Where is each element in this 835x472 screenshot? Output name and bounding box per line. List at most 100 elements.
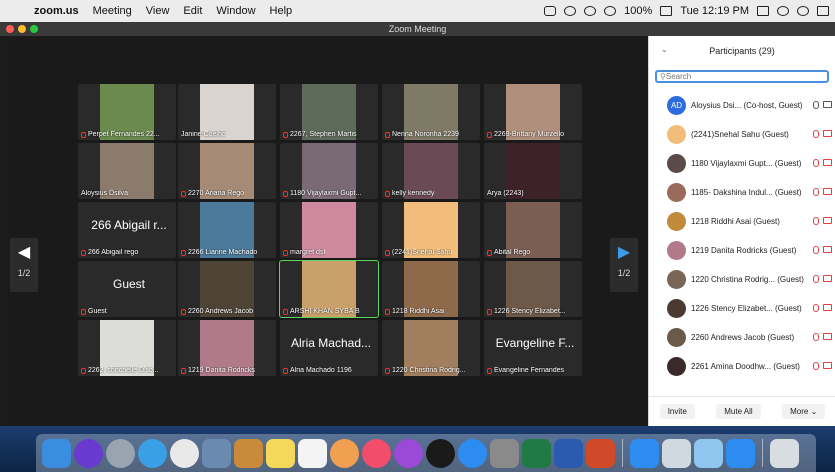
video-tile[interactable]: margret dst <box>280 202 378 258</box>
search-box[interactable]: ⚲ <box>655 70 829 83</box>
video-off-icon[interactable] <box>823 362 832 369</box>
mic-muted-icon[interactable] <box>813 362 819 370</box>
mic-muted-icon[interactable] <box>813 188 819 196</box>
mic-muted-icon[interactable] <box>813 304 819 312</box>
books-icon[interactable] <box>234 438 263 468</box>
video-tile[interactable]: Perpet Fernandes 22... <box>78 84 176 140</box>
battery-level[interactable]: 100% <box>624 5 652 17</box>
menu-edit[interactable]: Edit <box>183 5 202 17</box>
preview-icon[interactable] <box>202 438 231 468</box>
calendar-icon[interactable] <box>298 438 327 468</box>
safari-icon[interactable] <box>138 438 167 468</box>
excel-icon[interactable] <box>522 438 551 468</box>
participant-row[interactable]: 1180 Vijaylaxmi Gupt... (Guest) <box>649 149 835 178</box>
video-off-icon[interactable] <box>823 217 832 224</box>
facetime-icon[interactable] <box>726 438 755 468</box>
menu-meeting[interactable]: Meeting <box>93 5 132 17</box>
participant-row[interactable]: AD Aloysius Dsi... (Co-host, Guest) <box>649 91 835 120</box>
invite-button[interactable]: Invite <box>659 404 695 419</box>
siri-icon[interactable] <box>74 438 103 468</box>
system-preferences-icon[interactable] <box>490 438 519 468</box>
video-tile[interactable]: (2241)Snehal Sahu <box>382 202 480 258</box>
video-off-icon[interactable] <box>823 130 832 137</box>
more-button[interactable]: More ⌄ <box>782 404 826 419</box>
video-tile[interactable]: Aloysius Dsilva <box>78 143 176 199</box>
word-icon[interactable] <box>554 438 583 468</box>
video-off-icon[interactable] <box>823 304 832 311</box>
menu-app-name[interactable]: zoom.us <box>34 5 79 17</box>
mute-all-button[interactable]: Mute All <box>716 404 761 419</box>
notes-icon[interactable] <box>266 438 295 468</box>
video-off-icon[interactable] <box>823 246 832 253</box>
participant-row[interactable]: 1185- Dakshina Indul... (Guest) <box>649 178 835 207</box>
music-icon[interactable] <box>362 438 391 468</box>
menu-view[interactable]: View <box>146 5 170 17</box>
timemachine-icon[interactable] <box>564 6 577 16</box>
video-off-icon[interactable] <box>823 333 832 340</box>
participant-row[interactable]: 2261 Amina Doodhw... (Guest) <box>649 352 835 381</box>
video-tile[interactable]: 2260 Andrews Jacob <box>178 261 276 317</box>
trash-icon[interactable] <box>770 438 799 468</box>
battery-icon[interactable] <box>660 6 673 16</box>
mic-muted-icon[interactable] <box>813 217 819 225</box>
siri-menu-icon[interactable] <box>797 6 809 16</box>
video-tile[interactable]: Nerina Noronha 2239 <box>382 84 480 140</box>
mic-muted-icon[interactable] <box>813 246 819 254</box>
video-tile[interactable]: 2270 Ariana Rego <box>178 143 276 199</box>
zoom-icon[interactable] <box>630 438 659 468</box>
video-tile[interactable]: 2262, chrichelle D'so... <box>78 320 176 376</box>
podcasts-icon[interactable] <box>394 438 423 468</box>
participant-row[interactable]: 2260 Andrews Jacob (Guest) <box>649 323 835 352</box>
video-off-icon[interactable] <box>823 159 832 166</box>
video-tile[interactable]: 1219 Danita Rodricks <box>178 320 276 376</box>
video-tile[interactable]: 1218 Riddhi Asai <box>382 261 480 317</box>
video-tile[interactable]: 266 Abigail r... 266 Abigail rego <box>78 202 176 258</box>
video-tile[interactable]: 1180 Vijaylaxmi Gupt... <box>280 143 378 199</box>
video-off-icon[interactable] <box>823 275 832 282</box>
participant-row[interactable]: (2241)Snehal Sahu (Guest) <box>649 120 835 149</box>
participant-row[interactable]: 1226 Stency Elizabet... (Guest) <box>649 294 835 323</box>
control-center-icon[interactable] <box>817 6 829 16</box>
video-tile[interactable]: Janine Coelho <box>178 84 276 140</box>
video-camera-icon[interactable] <box>823 101 832 108</box>
participant-row[interactable]: 1218 Riddhi Asai (Guest) <box>649 207 835 236</box>
video-tile[interactable]: 1220 Christina Rodrig... <box>382 320 480 376</box>
video-tile[interactable]: Evangeline F... Evangeline Fernandes <box>484 320 582 376</box>
video-tile[interactable]: Arya (2243) <box>484 143 582 199</box>
previous-page-button[interactable]: ◀ 1/2 <box>10 238 38 292</box>
menu-help[interactable]: Help <box>270 5 293 17</box>
video-tile[interactable]: Alria Machad... Alria Machado 1196 <box>280 320 378 376</box>
chrome-icon[interactable] <box>170 438 199 468</box>
video-tile[interactable]: Guest Guest <box>78 261 176 317</box>
menu-window[interactable]: Window <box>216 5 255 17</box>
launchpad-icon[interactable] <box>106 438 135 468</box>
video-tile[interactable]: 2269-Brittany Murzello <box>484 84 582 140</box>
mic-muted-icon[interactable] <box>813 130 819 138</box>
image-capture-icon[interactable] <box>662 438 691 468</box>
participant-row[interactable]: 1219 Danita Rodricks (Guest) <box>649 236 835 265</box>
close-window-icon[interactable] <box>6 25 14 33</box>
mic-muted-icon[interactable] <box>813 275 819 283</box>
volume-icon[interactable] <box>604 6 617 16</box>
photos-icon[interactable] <box>330 438 359 468</box>
video-tile[interactable]: ARSHI KHAN SYBA B <box>279 260 379 318</box>
powerpoint-icon[interactable] <box>586 438 615 468</box>
tv-icon[interactable] <box>426 438 455 468</box>
finder-face-icon[interactable] <box>694 438 723 468</box>
mic-icon[interactable] <box>813 101 819 109</box>
video-off-icon[interactable] <box>823 188 832 195</box>
zoom-status-icon[interactable] <box>544 6 557 16</box>
minimize-window-icon[interactable] <box>18 25 26 33</box>
video-tile[interactable]: 2266 Lianne Machado <box>178 202 276 258</box>
collapse-chevron-icon[interactable]: ⌄ <box>661 45 668 54</box>
video-tile[interactable]: 1226 Stency Elizabet... <box>484 261 582 317</box>
participant-row[interactable]: 1220 Christina Rodrig... (Guest) <box>649 265 835 294</box>
screen-icon[interactable] <box>757 6 769 16</box>
video-tile[interactable]: 2267, Stephen Martis <box>280 84 378 140</box>
search-input[interactable] <box>665 72 816 81</box>
mic-muted-icon[interactable] <box>813 159 819 167</box>
app-store-icon[interactable] <box>458 438 487 468</box>
wifi-icon[interactable] <box>584 6 597 16</box>
video-tile[interactable]: Abital Rego <box>484 202 582 258</box>
finder-icon[interactable] <box>42 438 71 468</box>
